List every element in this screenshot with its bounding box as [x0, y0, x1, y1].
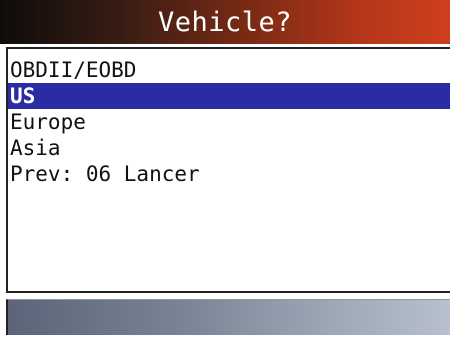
menu-item-previous-vehicle[interactable]: Prev: 06 Lancer — [8, 161, 450, 187]
scan-tool-screen: Vehicle? OBDII/EOBD US Europe Asia Prev:… — [0, 0, 450, 339]
menu-item-europe[interactable]: Europe — [8, 109, 450, 135]
menu-item-asia[interactable]: Asia — [8, 135, 450, 161]
screen-title: Vehicle? — [157, 6, 293, 38]
footer-bar — [6, 299, 450, 335]
menu-item-obdii-eobd[interactable]: OBDII/EOBD — [8, 57, 450, 83]
title-bar: Vehicle? — [0, 0, 450, 44]
menu-item-us[interactable]: US — [8, 83, 450, 109]
vehicle-menu-list: OBDII/EOBD US Europe Asia Prev: 06 Lance… — [8, 49, 450, 187]
menu-panel: OBDII/EOBD US Europe Asia Prev: 06 Lance… — [6, 47, 450, 293]
